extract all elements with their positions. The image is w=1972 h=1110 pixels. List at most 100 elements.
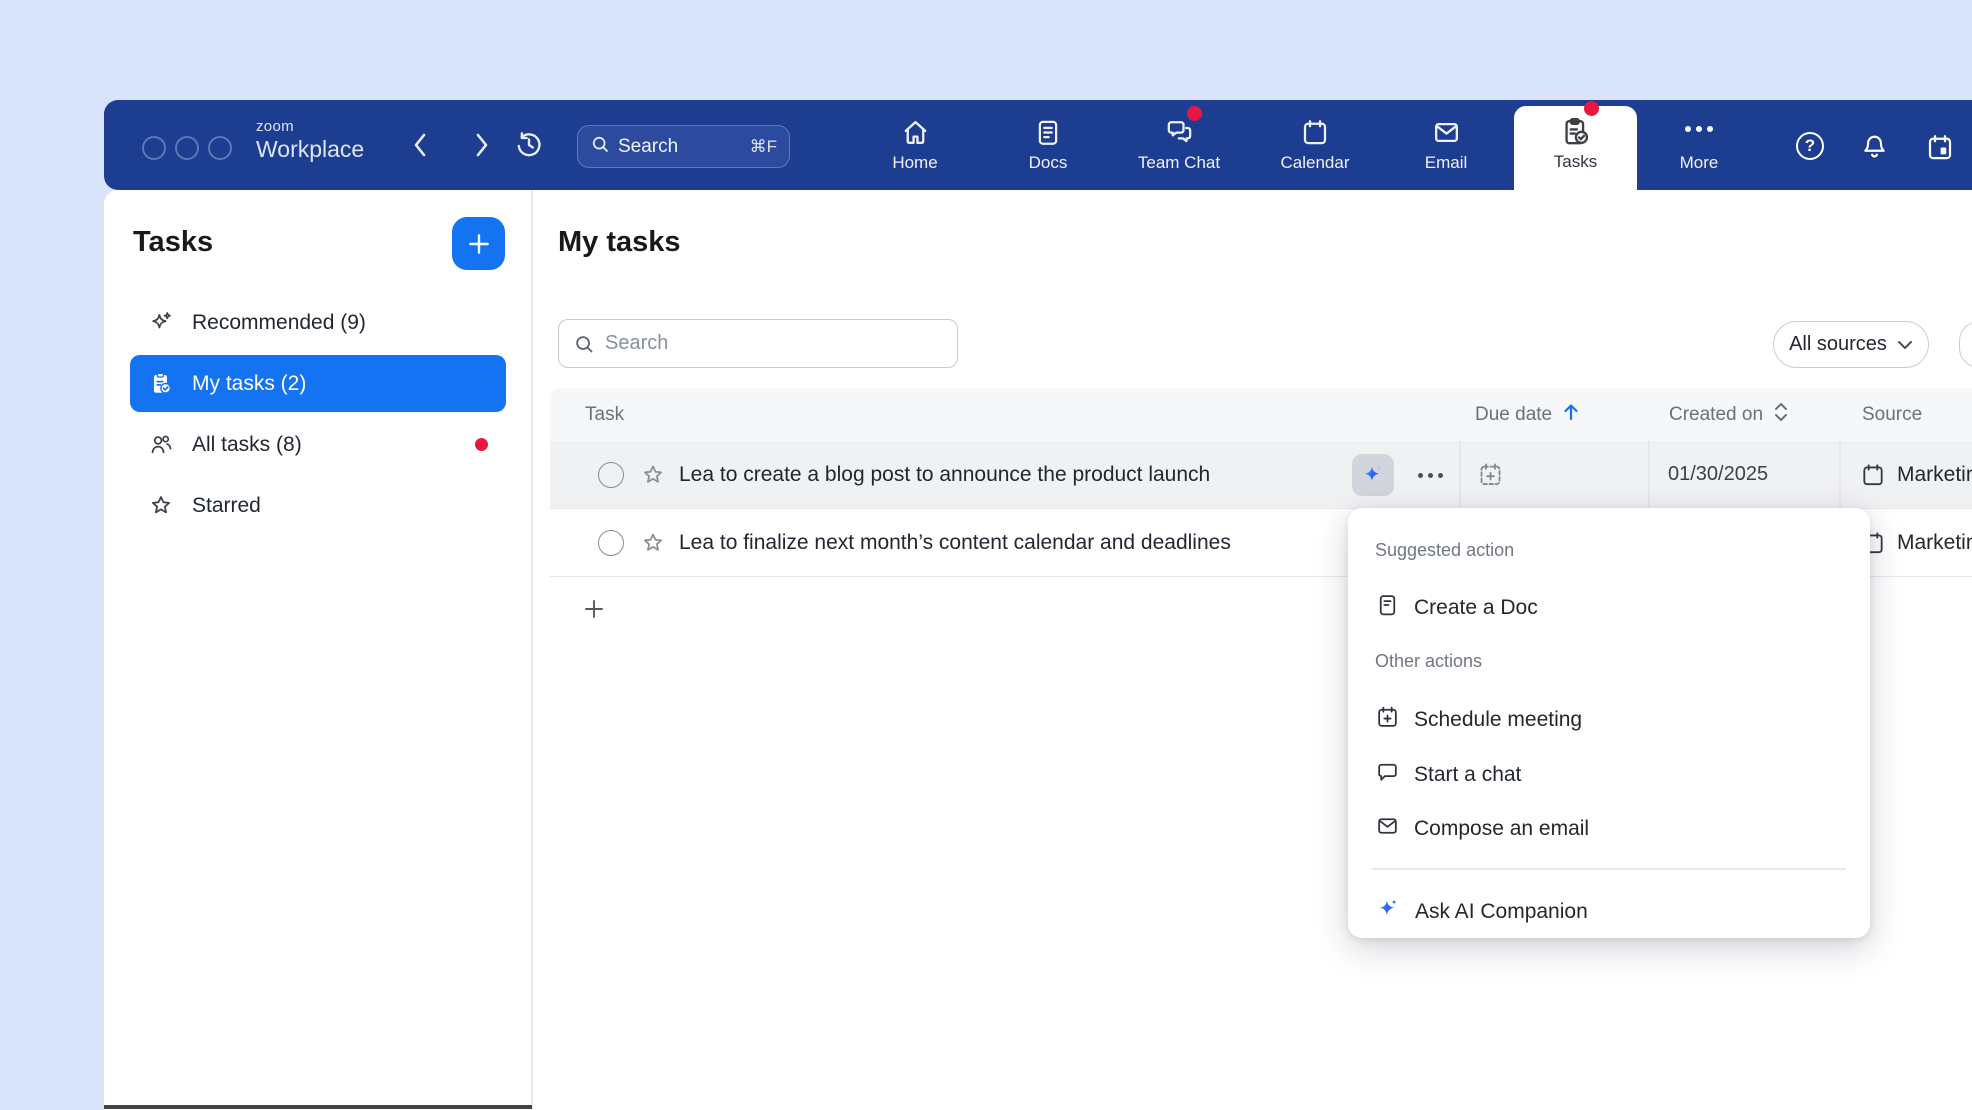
- more-icon: [1682, 110, 1716, 148]
- forward-icon[interactable]: [468, 130, 496, 160]
- doc-icon: [1375, 592, 1400, 624]
- sidebar-item-label: All tasks (8): [192, 433, 302, 457]
- task-complete-checkbox[interactable]: [598, 530, 624, 556]
- task-row[interactable]: Lea to create a blog post to announce th…: [550, 441, 1972, 509]
- chevron-down-icon: [1897, 333, 1913, 356]
- home-icon: [900, 110, 931, 148]
- all-tasks-badge-dot: [475, 438, 488, 451]
- window-close-button[interactable]: [142, 136, 166, 160]
- search-shortcut-hint: ⌘F: [750, 137, 777, 157]
- docs-icon: [1033, 110, 1063, 148]
- nav-email-label: Email: [1425, 153, 1468, 173]
- brand-bottom: Workplace: [256, 138, 364, 161]
- tasks-badge: [1584, 101, 1599, 116]
- people-icon: [148, 432, 174, 458]
- nav-more[interactable]: More: [1647, 110, 1751, 188]
- ai-companion-icon: [1375, 896, 1401, 928]
- add-task-button[interactable]: [580, 596, 608, 624]
- nav-tasks-active-tab[interactable]: Tasks: [1514, 106, 1637, 190]
- tasks-icon: [1559, 106, 1592, 148]
- sidebar-item-recommended[interactable]: Recommended (9): [130, 294, 506, 351]
- window-zoom-button[interactable]: [208, 136, 232, 160]
- sidebar-divider: [531, 190, 533, 1110]
- global-search-placeholder: Search: [618, 136, 750, 158]
- help-icon[interactable]: ?: [1796, 132, 1824, 160]
- table-header: Task Due date Created on Source: [550, 388, 1972, 441]
- screen: zoom Workplace Search ⌘F Home: [0, 0, 1972, 1110]
- email-icon: [1431, 110, 1462, 148]
- global-search-input[interactable]: Search ⌘F: [577, 125, 790, 168]
- source-cell: Marketing: [1860, 441, 1972, 508]
- ai-actions-menu: Suggested action Create a Doc Other acti…: [1348, 508, 1870, 938]
- sources-filter-value: All sources: [1789, 333, 1887, 356]
- menu-item-ask-ai-companion[interactable]: Ask AI Companion: [1348, 889, 1870, 935]
- task-title: Lea to finalize next month’s content cal…: [679, 509, 1231, 576]
- nav-team-chat-label: Team Chat: [1138, 153, 1220, 173]
- calendar-plus-icon: [1375, 704, 1400, 736]
- menu-item-compose-email[interactable]: Compose an email: [1348, 806, 1870, 852]
- menu-section-label: Suggested action: [1375, 540, 1514, 561]
- team-chat-icon: [1163, 110, 1196, 148]
- calendar-icon: [1300, 110, 1330, 148]
- envelope-icon: [1375, 813, 1400, 845]
- menu-item-schedule-meeting[interactable]: Schedule meeting: [1348, 697, 1870, 743]
- search-icon: [573, 333, 595, 360]
- nav-docs-label: Docs: [1029, 153, 1068, 173]
- clipboard-check-icon: [148, 371, 174, 397]
- sidebar-item-label: My tasks (2): [192, 372, 306, 396]
- source-value: Marketing: [1897, 463, 1972, 487]
- search-icon: [590, 134, 610, 159]
- page-title: My tasks: [558, 226, 681, 259]
- nav-more-label: More: [1680, 153, 1719, 173]
- source-value: Marketing: [1897, 531, 1972, 555]
- sort-toggle-icon: [1773, 400, 1789, 430]
- brand-logo: zoom Workplace: [256, 119, 364, 161]
- task-search-input[interactable]: [559, 320, 957, 367]
- sparkle-icon: [148, 310, 174, 336]
- column-header-created-on[interactable]: Created on: [1669, 388, 1789, 441]
- calendar-date-icon[interactable]: [1925, 132, 1955, 168]
- column-header-due-date[interactable]: Due date: [1475, 388, 1580, 441]
- nav-home-label: Home: [892, 153, 937, 173]
- chat-bubble-icon: [1375, 759, 1400, 791]
- add-due-date-icon[interactable]: [1477, 461, 1504, 493]
- menu-item-start-chat[interactable]: Start a chat: [1348, 752, 1870, 798]
- menu-divider: [1372, 868, 1846, 870]
- sidebar-item-my-tasks[interactable]: My tasks (2): [130, 355, 506, 412]
- row-more-actions-button[interactable]: [1408, 454, 1452, 496]
- nav-docs[interactable]: Docs: [996, 110, 1100, 188]
- window-minimize-button[interactable]: [175, 136, 199, 160]
- column-header-task[interactable]: Task: [585, 388, 624, 441]
- nav-tasks-label: Tasks: [1554, 152, 1597, 172]
- star-icon[interactable]: [640, 462, 666, 488]
- nav-home[interactable]: Home: [863, 110, 967, 188]
- menu-item-create-doc[interactable]: Create a Doc: [1348, 585, 1870, 631]
- task-title: Lea to create a blog post to announce th…: [679, 441, 1210, 508]
- sidebar-item-all-tasks[interactable]: All tasks (8): [130, 416, 506, 473]
- back-icon[interactable]: [406, 130, 434, 160]
- sidebar-item-label: Starred: [192, 494, 261, 518]
- sidebar-title: Tasks: [133, 226, 213, 259]
- star-icon: [148, 493, 174, 519]
- app-titlebar: zoom Workplace Search ⌘F Home: [104, 100, 1972, 190]
- column-header-source[interactable]: Source: [1862, 388, 1922, 441]
- sources-filter-dropdown[interactable]: All sources: [1773, 321, 1929, 368]
- history-icon[interactable]: [512, 130, 546, 160]
- sidebar-item-starred[interactable]: Starred: [130, 477, 506, 534]
- nav-calendar-label: Calendar: [1281, 153, 1350, 173]
- window-bottom-edge: [104, 1105, 532, 1109]
- sort-ascending-icon: [1562, 402, 1580, 428]
- nav-calendar[interactable]: Calendar: [1263, 110, 1367, 188]
- notifications-bell-icon[interactable]: [1860, 132, 1889, 167]
- source-cell: Marketing: [1860, 509, 1972, 576]
- ai-companion-button[interactable]: [1352, 454, 1394, 496]
- star-icon[interactable]: [640, 530, 666, 556]
- menu-section-label: Other actions: [1375, 651, 1482, 672]
- created-on-value: 01/30/2025: [1668, 441, 1768, 508]
- brand-top: zoom: [256, 119, 364, 134]
- add-task-list-button[interactable]: [452, 217, 505, 270]
- task-search-box: [558, 319, 958, 368]
- task-complete-checkbox[interactable]: [598, 462, 624, 488]
- nav-email[interactable]: Email: [1394, 110, 1498, 188]
- nav-team-chat[interactable]: Team Chat: [1127, 110, 1231, 188]
